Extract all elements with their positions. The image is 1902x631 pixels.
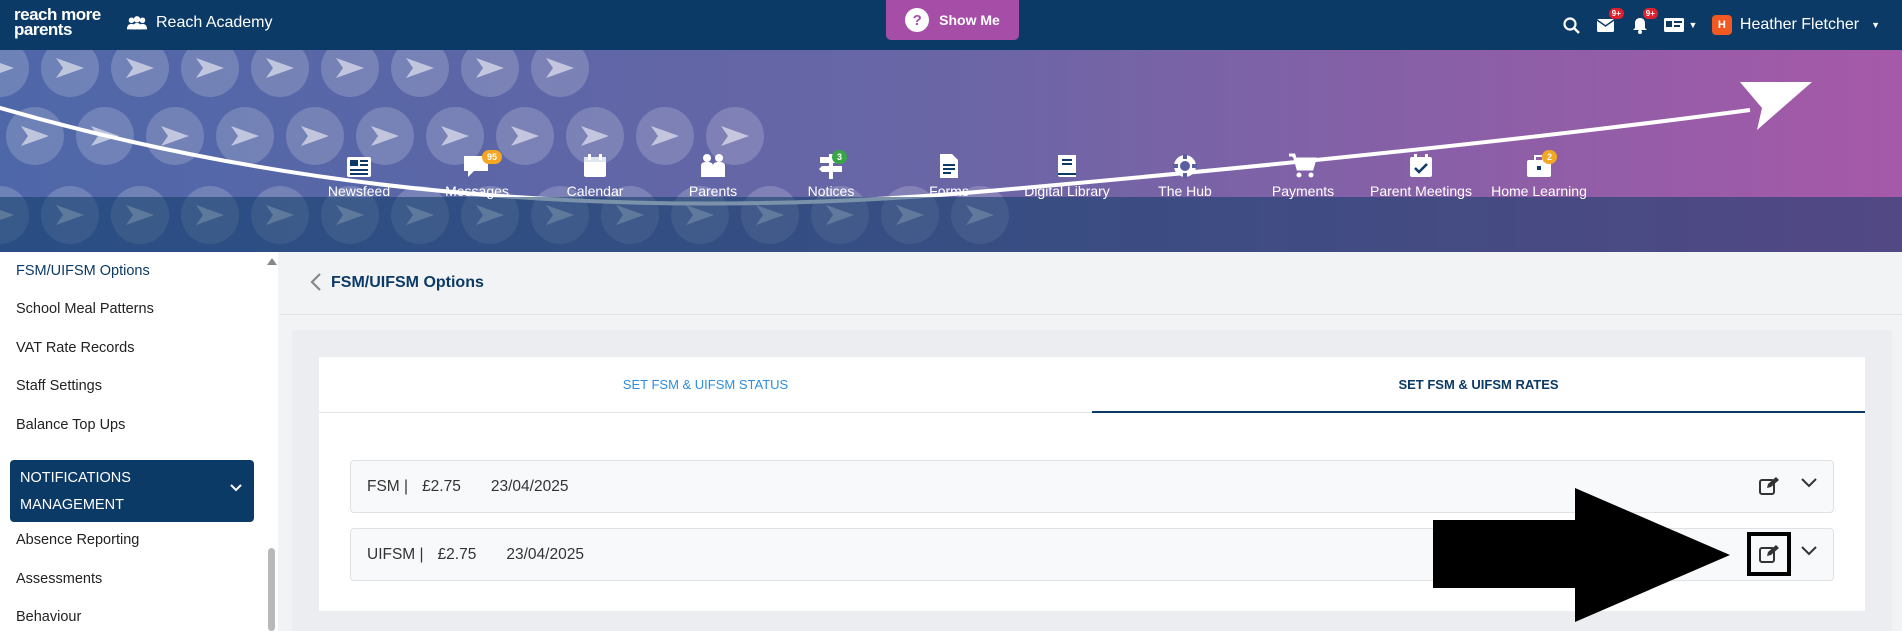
chevron-down-icon[interactable]	[1801, 478, 1817, 488]
bell-badge: 9+	[1642, 8, 1658, 19]
nav-payments[interactable]: Payments	[1244, 150, 1362, 202]
rate-date: 23/04/2025	[490, 477, 569, 495]
calendar-icon	[584, 154, 606, 177]
show-me-button[interactable]: ? Show Me	[886, 0, 1019, 40]
sidebar-item-balance-top-ups[interactable]: Balance Top Ups	[16, 417, 125, 433]
app-logo[interactable]: reach more parents	[14, 6, 101, 39]
nav-label: The Hub	[1158, 183, 1212, 199]
chevron-down-icon: ▼	[1871, 20, 1880, 30]
sidebar-scroll-thumb[interactable]	[268, 548, 275, 631]
top-bar: reach more parents Reach Academy ? Show …	[0, 0, 1902, 50]
document-icon	[940, 154, 958, 178]
nav-label: Home Learning	[1491, 183, 1587, 199]
sidebar-item-vat-rate-records[interactable]: VAT Rate Records	[16, 340, 134, 356]
nav-label: Notices	[807, 183, 855, 199]
sidebar-item-absence-reporting[interactable]: Absence Reporting	[16, 532, 139, 548]
tab-set-rates[interactable]: SET FSM & UIFSM RATES	[1092, 357, 1865, 413]
chevron-down-icon	[230, 484, 242, 492]
sidebar-item-school-meal-patterns[interactable]: School Meal Patterns	[16, 301, 154, 317]
sidebar: FSM/UIFSM Options School Meal Patterns V…	[0, 252, 278, 631]
nav-newsfeed[interactable]: Newsfeed	[300, 150, 418, 202]
nav-home-learning[interactable]: 2 Home Learning	[1480, 150, 1598, 202]
calendar-check-icon	[1410, 154, 1432, 177]
rate-date: 23/04/2025	[506, 545, 584, 563]
nav-label: Payments	[1271, 183, 1335, 199]
lifebuoy-icon	[1173, 154, 1197, 178]
rate-type: FSM |	[367, 477, 409, 495]
sidebar-section-notifications-management[interactable]: NOTIFICATIONS MANAGEMENT	[10, 460, 254, 522]
nav-label: Forms	[929, 183, 969, 199]
edit-icon[interactable]	[1759, 544, 1779, 564]
mail-icon[interactable]: 9+	[1596, 8, 1624, 35]
family-icon	[701, 154, 725, 177]
nav-label: Parents	[688, 183, 738, 199]
user-name: Heather Fletcher	[1739, 16, 1860, 33]
scroll-up-arrow-icon[interactable]	[267, 258, 277, 265]
notices-badge: 3	[832, 150, 848, 164]
show-me-label: Show Me	[939, 12, 1000, 28]
chevron-down-icon[interactable]	[1801, 546, 1817, 556]
sidebar-item-behaviour[interactable]: Behaviour	[16, 609, 81, 625]
chevron-down-icon: ▼	[1688, 20, 1698, 30]
top-right-tools: 9+ 9+ ▼ H Heather Fletcher ▼	[1562, 0, 1880, 50]
nav-messages[interactable]: 95 Messages	[418, 150, 536, 202]
rate-type: UIFSM |	[367, 545, 424, 563]
tab-set-status[interactable]: SET FSM & UIFSM STATUS	[319, 357, 1092, 413]
nav-digital-library[interactable]: Digital Library	[1008, 150, 1126, 202]
id-card-icon[interactable]: ▼	[1664, 15, 1698, 35]
page-title: FSM/UIFSM Options	[331, 274, 484, 291]
cart-icon	[1289, 153, 1318, 178]
nav-notices[interactable]: 3 Notices	[772, 150, 890, 202]
nav-label: Parent Meetings	[1370, 183, 1472, 199]
school-switcher[interactable]: Reach Academy	[126, 14, 273, 32]
school-name: Reach Academy	[156, 14, 273, 31]
section-label-line-1: NOTIFICATIONS	[20, 470, 131, 486]
book-icon	[1058, 155, 1076, 177]
users-icon	[126, 16, 148, 30]
bell-icon[interactable]: 9+	[1630, 8, 1658, 35]
paper-plane-icon	[1740, 82, 1812, 130]
nav-parents[interactable]: Parents	[654, 150, 772, 202]
sidebar-item-staff-settings[interactable]: Staff Settings	[16, 378, 102, 394]
rate-amount: £2.75	[437, 545, 477, 563]
main-nav: Newsfeed 95 Messages Calendar Parents 3 …	[300, 150, 1598, 202]
nav-parent-meetings[interactable]: Parent Meetings	[1362, 150, 1480, 202]
nav-the-hub[interactable]: The Hub	[1126, 150, 1244, 202]
chevron-left-icon[interactable]	[310, 272, 322, 292]
logo-line-2: parents	[14, 20, 72, 39]
messages-badge: 95	[482, 150, 503, 164]
rate-amount: £2.75	[422, 477, 461, 495]
nav-forms[interactable]: Forms	[890, 150, 1008, 202]
home-learning-badge: 2	[1542, 150, 1558, 164]
nav-label: Digital Library	[1024, 183, 1110, 199]
page-header: FSM/UIFSM Options	[280, 252, 1902, 315]
newspaper-icon	[347, 157, 371, 177]
section-label-line-2: MANAGEMENT	[20, 497, 124, 513]
question-bubble-icon: ?	[905, 8, 930, 32]
nav-label: Calendar	[566, 183, 624, 199]
nav-calendar[interactable]: Calendar	[536, 150, 654, 202]
edit-icon[interactable]	[1759, 476, 1779, 496]
mail-badge: 9+	[1608, 8, 1624, 19]
sidebar-item-fsm-uifsm-options[interactable]: FSM/UIFSM Options	[16, 263, 150, 279]
user-menu[interactable]: H Heather Fletcher ▼	[1711, 15, 1880, 35]
search-icon[interactable]	[1562, 15, 1582, 35]
sidebar-item-assessments[interactable]: Assessments	[16, 571, 102, 587]
nav-label: Newsfeed	[327, 183, 391, 199]
nav-strip	[0, 197, 1902, 252]
annotation-arrow-icon	[1433, 488, 1730, 622]
avatar: H	[1711, 15, 1732, 35]
nav-label: Messages	[445, 183, 509, 199]
